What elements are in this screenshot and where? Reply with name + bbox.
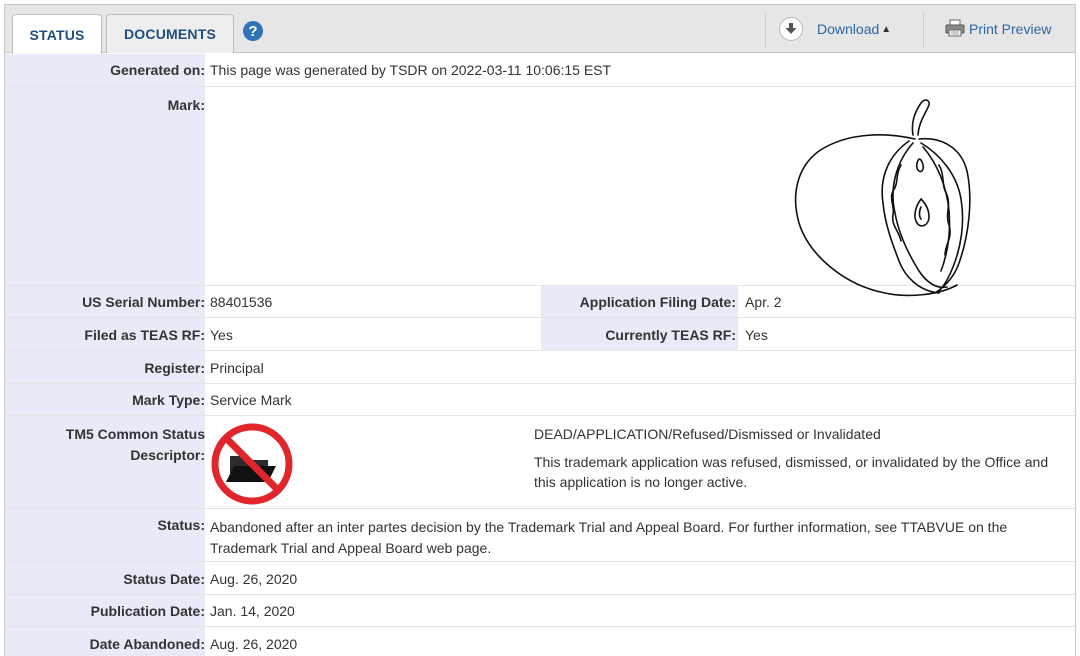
row-register: Register: Principal bbox=[5, 351, 1075, 384]
row-tm5-descriptor: TM5 Common Status Descriptor: DEAD/APPLIC… bbox=[5, 416, 1075, 509]
row-teas-rf: Filed as TEAS RF: Yes Currently TEAS RF:… bbox=[5, 318, 1075, 351]
mark-label: Mark: bbox=[167, 97, 205, 113]
status-value: Abandoned after an inter partes decision… bbox=[210, 519, 1008, 556]
printer-icon bbox=[945, 19, 965, 40]
register-label: Register: bbox=[144, 360, 205, 376]
currently-teas-label: Currently TEAS RF: bbox=[605, 327, 736, 343]
print-preview-button[interactable]: Print Preview bbox=[935, 5, 1075, 53]
tab-status-label: STATUS bbox=[29, 26, 85, 43]
tab-bar: STATUS DOCUMENTS ? Download ▲ Print Prev… bbox=[5, 5, 1075, 54]
row-status: Status: Abandoned after an inter partes … bbox=[5, 509, 1075, 562]
tm5-status-code: DEAD/APPLICATION/Refused/Dismissed or In… bbox=[534, 426, 881, 442]
caret-up-icon: ▲ bbox=[881, 23, 892, 35]
row-date-abandoned: Date Abandoned: Aug. 26, 2020 bbox=[5, 627, 1075, 656]
tsdr-panel: STATUS DOCUMENTS ? Download ▲ Print Prev… bbox=[4, 4, 1076, 656]
status-date-label: Status Date: bbox=[123, 571, 205, 587]
download-icon bbox=[779, 17, 803, 41]
download-label: Download bbox=[817, 21, 880, 37]
row-serial-number: US Serial Number: 88401536 Application F… bbox=[5, 286, 1075, 318]
toolbar-divider bbox=[923, 12, 924, 48]
publication-date-label: Publication Date: bbox=[90, 603, 205, 619]
register-value: Principal bbox=[210, 360, 264, 376]
tab-status[interactable]: STATUS bbox=[12, 14, 102, 54]
generated-on-label: Generated on: bbox=[110, 62, 205, 78]
status-date-value: Aug. 26, 2020 bbox=[210, 571, 298, 587]
tm5-label: TM5 Common Status Descriptor: bbox=[65, 426, 205, 463]
row-mark-type: Mark Type: Service Mark bbox=[5, 384, 1075, 416]
filing-date-label: Application Filing Date: bbox=[579, 294, 736, 310]
date-abandoned-label: Date Abandoned: bbox=[89, 636, 205, 652]
filing-date-value: Apr. 2 bbox=[745, 294, 782, 310]
serial-number-value: 88401536 bbox=[210, 294, 273, 310]
print-preview-label: Print Preview bbox=[969, 21, 1052, 37]
mark-type-value: Service Mark bbox=[210, 392, 292, 408]
tm5-description-block: DEAD/APPLICATION/Refused/Dismissed or In… bbox=[534, 424, 1054, 492]
generated-on-value: This page was generated by TSDR on 2022-… bbox=[210, 62, 612, 78]
help-icon[interactable]: ? bbox=[243, 21, 263, 41]
serial-number-label: US Serial Number: bbox=[82, 294, 205, 310]
tab-documents-label: DOCUMENTS bbox=[123, 26, 217, 42]
status-label: Status: bbox=[157, 517, 205, 533]
dead-application-folder-icon bbox=[211, 423, 293, 505]
tm5-status-description: This trademark application was refused, … bbox=[534, 454, 1049, 490]
currently-teas-value: Yes bbox=[745, 327, 768, 343]
filed-teas-value: Yes bbox=[210, 327, 233, 343]
row-publication-date: Publication Date: Jan. 14, 2020 bbox=[5, 595, 1075, 627]
filed-teas-label: Filed as TEAS RF: bbox=[84, 327, 205, 343]
row-status-date: Status Date: Aug. 26, 2020 bbox=[5, 562, 1075, 595]
download-button[interactable]: Download ▲ bbox=[765, 5, 915, 53]
apple-mark-image bbox=[794, 99, 971, 297]
mark-type-label: Mark Type: bbox=[132, 392, 205, 408]
row-generated-on: Generated on: This page was generated by… bbox=[5, 54, 1075, 87]
tab-documents[interactable]: DOCUMENTS bbox=[106, 14, 234, 53]
publication-date-value: Jan. 14, 2020 bbox=[210, 603, 295, 619]
row-mark: Mark: bbox=[5, 87, 1075, 297]
date-abandoned-value: Aug. 26, 2020 bbox=[210, 636, 298, 652]
